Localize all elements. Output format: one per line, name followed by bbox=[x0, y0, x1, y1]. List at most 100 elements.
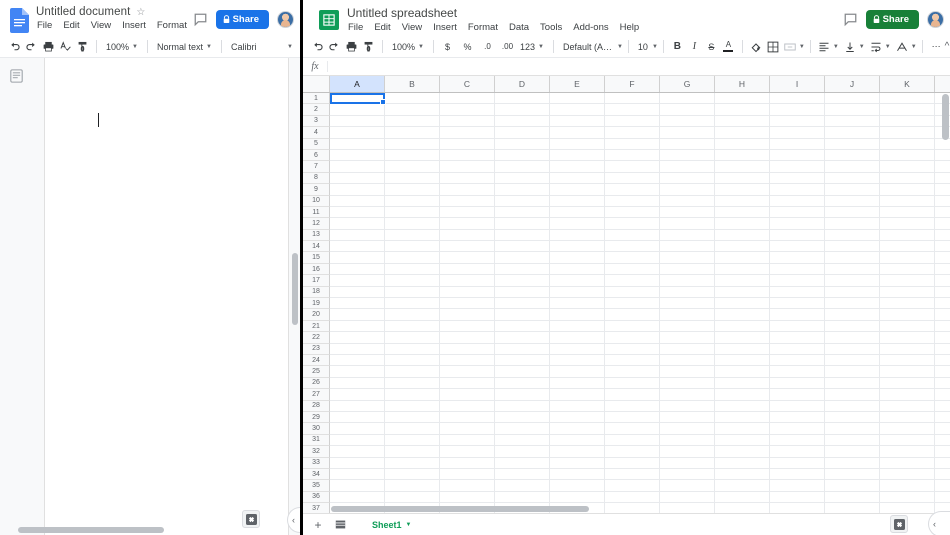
add-sheet-icon[interactable]: + bbox=[309, 516, 327, 534]
cell-G18[interactable] bbox=[660, 286, 715, 299]
cell-A2[interactable] bbox=[330, 104, 385, 116]
cell-C36[interactable] bbox=[440, 491, 495, 504]
sheets-vertical-scrollbar[interactable] bbox=[942, 94, 949, 140]
cell-E15[interactable] bbox=[550, 252, 605, 264]
cell-F37[interactable] bbox=[605, 503, 660, 513]
cell-I8[interactable] bbox=[770, 172, 825, 185]
cell-D4[interactable] bbox=[495, 127, 550, 139]
cell-33[interactable] bbox=[935, 457, 950, 469]
row-header-11[interactable]: 11 bbox=[303, 206, 330, 219]
cell-H10[interactable] bbox=[715, 195, 770, 207]
cell-B33[interactable] bbox=[385, 457, 440, 469]
cell-G29[interactable] bbox=[660, 411, 715, 424]
cell-H27[interactable] bbox=[715, 389, 770, 401]
cell-I6[interactable] bbox=[770, 149, 825, 162]
row-header-9[interactable]: 9 bbox=[303, 184, 330, 196]
cell-28[interactable] bbox=[935, 400, 950, 412]
cell-I35[interactable] bbox=[770, 480, 825, 492]
chevron-down-icon[interactable]: ▼ bbox=[406, 522, 412, 528]
cell-B24[interactable] bbox=[385, 354, 440, 367]
row-header-5[interactable]: 5 bbox=[303, 138, 330, 150]
text-color-button[interactable]: A bbox=[720, 38, 737, 55]
row-header-14[interactable]: 14 bbox=[303, 241, 330, 253]
all-sheets-icon[interactable] bbox=[331, 516, 349, 534]
cell-J22[interactable] bbox=[825, 332, 880, 344]
cell-C34[interactable] bbox=[440, 468, 495, 481]
cell-B17[interactable] bbox=[385, 275, 440, 287]
cell-H34[interactable] bbox=[715, 468, 770, 481]
cell-D11[interactable] bbox=[495, 206, 550, 219]
cell-D17[interactable] bbox=[495, 275, 550, 287]
cell-H33[interactable] bbox=[715, 457, 770, 469]
sheets-zoom-selector[interactable]: 100% ▼ bbox=[388, 40, 428, 54]
cell-C1[interactable] bbox=[440, 93, 495, 105]
cell-D23[interactable] bbox=[495, 343, 550, 355]
cell-F10[interactable] bbox=[605, 195, 660, 207]
cell-F3[interactable] bbox=[605, 115, 660, 128]
cell-D6[interactable] bbox=[495, 149, 550, 162]
docs-menu-insert[interactable]: Insert bbox=[121, 20, 147, 31]
sheets-menu-tools[interactable]: Tools bbox=[539, 22, 563, 33]
bold-button[interactable]: B bbox=[669, 38, 686, 55]
cell-K26[interactable] bbox=[880, 377, 935, 390]
cell-13[interactable] bbox=[935, 229, 950, 242]
cell-A13[interactable] bbox=[330, 229, 385, 242]
cell-H4[interactable] bbox=[715, 127, 770, 139]
cell-C23[interactable] bbox=[440, 343, 495, 355]
cell-J15[interactable] bbox=[825, 252, 880, 264]
cell-C4[interactable] bbox=[440, 127, 495, 139]
cell-F34[interactable] bbox=[605, 468, 660, 481]
horizontal-align-icon[interactable] bbox=[816, 38, 833, 55]
borders-icon[interactable] bbox=[765, 38, 782, 55]
cell-H22[interactable] bbox=[715, 332, 770, 344]
cell-J28[interactable] bbox=[825, 400, 880, 412]
cell-K12[interactable] bbox=[880, 218, 935, 230]
cell-E20[interactable] bbox=[550, 309, 605, 321]
cell-G6[interactable] bbox=[660, 149, 715, 162]
cell-F32[interactable] bbox=[605, 446, 660, 458]
cell-D30[interactable] bbox=[495, 423, 550, 435]
cell-H24[interactable] bbox=[715, 354, 770, 367]
cell-A21[interactable] bbox=[330, 320, 385, 333]
cell-32[interactable] bbox=[935, 446, 950, 458]
cell-F24[interactable] bbox=[605, 354, 660, 367]
cell-K22[interactable] bbox=[880, 332, 935, 344]
cell-K10[interactable] bbox=[880, 195, 935, 207]
cell-F1[interactable] bbox=[605, 93, 660, 105]
cell-E14[interactable] bbox=[550, 241, 605, 253]
cell-H18[interactable] bbox=[715, 286, 770, 299]
cell-H5[interactable] bbox=[715, 138, 770, 150]
cell-B3[interactable] bbox=[385, 115, 440, 128]
currency-format-button[interactable]: $ bbox=[439, 38, 456, 55]
cell-I5[interactable] bbox=[770, 138, 825, 150]
cell-I28[interactable] bbox=[770, 400, 825, 412]
cell-G37[interactable] bbox=[660, 503, 715, 513]
cell-B14[interactable] bbox=[385, 241, 440, 253]
cell-E34[interactable] bbox=[550, 468, 605, 481]
cell-H14[interactable] bbox=[715, 241, 770, 253]
cell-H20[interactable] bbox=[715, 309, 770, 321]
column-header-f[interactable]: F bbox=[605, 76, 660, 92]
cell-G28[interactable] bbox=[660, 400, 715, 412]
column-header-c[interactable]: C bbox=[440, 76, 495, 92]
cell-G36[interactable] bbox=[660, 491, 715, 504]
cell-I1[interactable] bbox=[770, 93, 825, 105]
cell-B8[interactable] bbox=[385, 172, 440, 185]
cell-27[interactable] bbox=[935, 389, 950, 401]
row-header-1[interactable]: 1 bbox=[303, 93, 330, 105]
cell-G32[interactable] bbox=[660, 446, 715, 458]
cell-G35[interactable] bbox=[660, 480, 715, 492]
docs-menu-file[interactable]: File bbox=[36, 20, 53, 31]
row-header-31[interactable]: 31 bbox=[303, 434, 330, 447]
chevron-up-icon[interactable]: ^ bbox=[945, 41, 950, 52]
sheets-document-title[interactable]: Untitled spreadsheet bbox=[347, 6, 457, 20]
docs-file-icon[interactable] bbox=[8, 6, 30, 34]
cell-A7[interactable] bbox=[330, 161, 385, 173]
cell-I32[interactable] bbox=[770, 446, 825, 458]
cell-K18[interactable] bbox=[880, 286, 935, 299]
cell-F14[interactable] bbox=[605, 241, 660, 253]
paint-format-icon[interactable] bbox=[74, 38, 91, 55]
cell-D35[interactable] bbox=[495, 480, 550, 492]
cell-K36[interactable] bbox=[880, 491, 935, 504]
cell-D32[interactable] bbox=[495, 446, 550, 458]
